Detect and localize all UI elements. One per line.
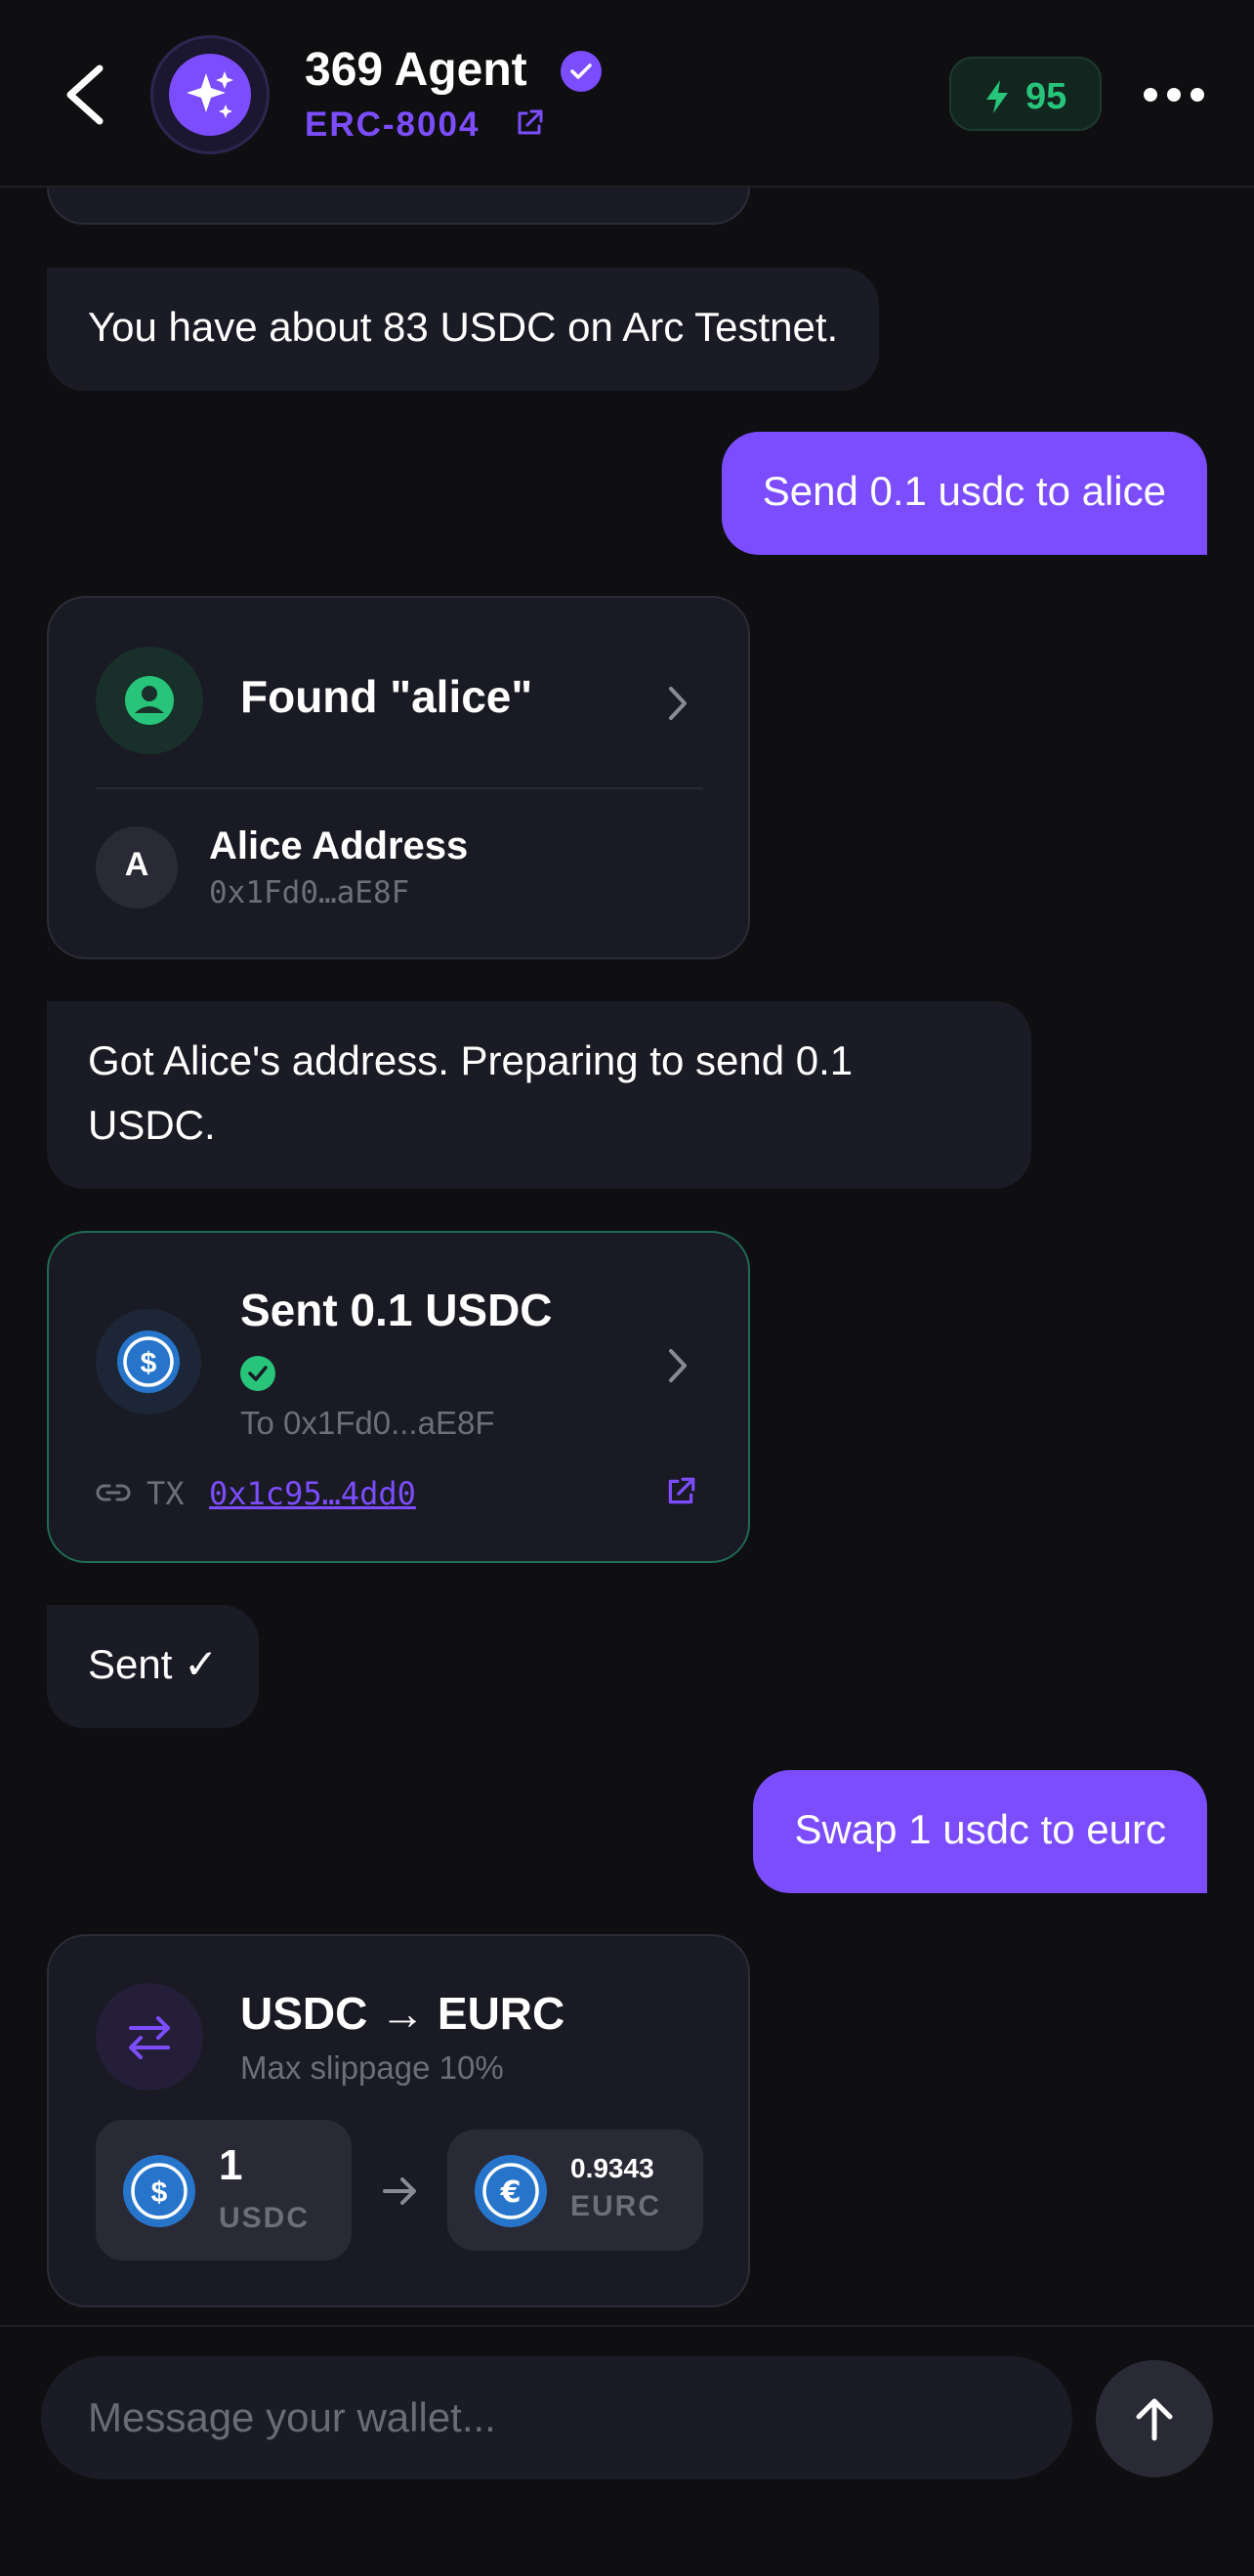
bot-message-text: You have about 83 USDC on Arc Testnet. bbox=[88, 304, 839, 350]
agent-avatar[interactable] bbox=[150, 35, 270, 154]
swap-from-panel: $ 1 USDC bbox=[96, 2120, 352, 2260]
contact-address[interactable]: 0x1Fd0…aE8F bbox=[209, 875, 409, 910]
chat-header: 369 Agent ERC-8004 95 bbox=[0, 0, 1254, 188]
user-message: Send 0.1 usdc to alice bbox=[721, 432, 1207, 555]
swap-from-amount: 1 bbox=[219, 2141, 243, 2189]
contact-initial: A bbox=[124, 846, 149, 883]
previous-card-stub bbox=[47, 188, 750, 225]
send-button[interactable] bbox=[1096, 2360, 1213, 2477]
agent-name: 369 Agent bbox=[305, 44, 527, 96]
verified-badge-icon bbox=[561, 51, 602, 92]
eurc-token-icon: € bbox=[475, 2155, 547, 2227]
svg-text:$: $ bbox=[151, 2176, 168, 2209]
contact-card-title: Found "alice" bbox=[240, 671, 533, 722]
swap-from-token: USDC bbox=[219, 2202, 311, 2234]
swap-to-amount: 0.9343 bbox=[570, 2153, 654, 2183]
swap-to-panel: € 0.9343 EURC bbox=[447, 2130, 703, 2251]
svg-text:€: € bbox=[500, 2175, 522, 2210]
tx-recipient: To 0x1Fd0...aE8F bbox=[240, 1405, 495, 1441]
external-link-icon[interactable] bbox=[664, 1475, 697, 1508]
contact-found-card[interactable]: Found "alice" A Alice Address 0x1Fd0…aE8… bbox=[47, 596, 750, 959]
sparkles-icon bbox=[187, 71, 233, 118]
bot-message-text: Sent ✓ bbox=[88, 1641, 219, 1687]
lightning-icon bbox=[986, 80, 1008, 113]
message-input[interactable] bbox=[41, 2356, 1072, 2479]
swap-card-title: USDC → EURC bbox=[240, 1988, 565, 2039]
usdc-token-icon: $ bbox=[123, 2155, 195, 2227]
back-arrow-icon[interactable] bbox=[57, 61, 115, 129]
chevron-right-icon[interactable] bbox=[666, 1346, 690, 1385]
bot-message: Sent ✓ bbox=[47, 1605, 260, 1728]
contact-name: Alice Address bbox=[209, 824, 469, 867]
tx-label: TX bbox=[146, 1475, 185, 1512]
score-value: 95 bbox=[1025, 76, 1067, 117]
user-message: Swap 1 usdc to eurc bbox=[753, 1770, 1207, 1893]
user-message-text: Swap 1 usdc to eurc bbox=[794, 1806, 1166, 1852]
swap-preview-card[interactable]: USDC → EURC Max slippage 10% $ 1 USDC € … bbox=[47, 1934, 750, 2307]
agent-standard-label[interactable]: ERC-8004 bbox=[305, 106, 480, 145]
external-link-icon[interactable] bbox=[514, 107, 545, 139]
swap-slippage: Max slippage 10% bbox=[240, 2049, 504, 2086]
transaction-sent-card[interactable]: $ Sent 0.1 USDC To 0x1Fd0...aE8F TX 0x1c… bbox=[47, 1231, 750, 1563]
arrow-right-icon bbox=[383, 2177, 416, 2205]
swap-to-token: EURC bbox=[570, 2190, 662, 2222]
tx-card-title: Sent 0.1 USDC bbox=[240, 1285, 553, 1335]
swap-arrows-icon bbox=[96, 1983, 203, 2090]
divider bbox=[96, 787, 703, 789]
svg-text:$: $ bbox=[141, 1347, 157, 1379]
contact-avatar: A bbox=[96, 826, 178, 908]
arrow-up-icon bbox=[1136, 2398, 1173, 2441]
tx-hash-link[interactable]: 0x1c95…4dd0 bbox=[209, 1475, 416, 1512]
user-message-text: Send 0.1 usdc to alice bbox=[762, 468, 1166, 514]
bot-message: You have about 83 USDC on Arc Testnet. bbox=[47, 268, 880, 391]
success-check-icon bbox=[240, 1356, 275, 1391]
bot-message: Got Alice's address. Preparing to send 0… bbox=[47, 1001, 1031, 1189]
message-composer bbox=[0, 2325, 1254, 2576]
energy-score-badge[interactable]: 95 bbox=[949, 57, 1102, 131]
more-options-icon[interactable] bbox=[1143, 80, 1205, 109]
bot-message-text: Got Alice's address. Preparing to send 0… bbox=[88, 1037, 854, 1148]
person-icon bbox=[96, 647, 203, 754]
usdc-token-icon: $ bbox=[96, 1309, 201, 1415]
link-icon bbox=[96, 1484, 131, 1501]
chevron-right-icon[interactable] bbox=[666, 684, 690, 723]
